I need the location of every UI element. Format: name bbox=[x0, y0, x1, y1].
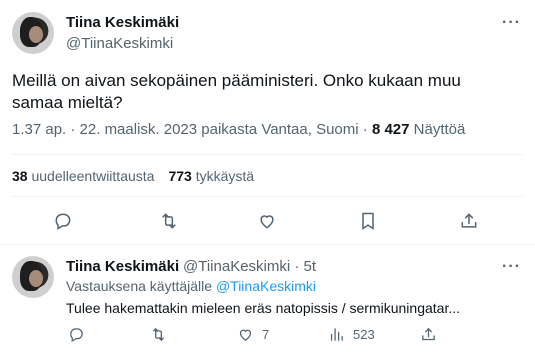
more-options-icon[interactable]: ··· bbox=[502, 14, 521, 32]
tweet-text: Meillä on aivan sekopäinen pääministeri.… bbox=[12, 71, 461, 112]
reply-avatar[interactable] bbox=[12, 256, 54, 298]
replying-to-handle[interactable]: @TiinaKeskimki bbox=[216, 278, 316, 294]
reply-share-button[interactable] bbox=[420, 326, 437, 343]
reply-retweet-button[interactable] bbox=[150, 326, 167, 343]
divider bbox=[0, 244, 535, 245]
bookmark-icon bbox=[362, 212, 374, 230]
reply-text: Tulee hakemattakin mieleen eräs natopiss… bbox=[66, 300, 461, 316]
tweet-timestamp-location[interactable]: 1.37 ap. · 22. maalisk. 2023 paikasta Va… bbox=[12, 121, 372, 138]
likes-stat[interactable]: 773 tykkäystä bbox=[168, 168, 254, 184]
tweet-meta: 1.37 ap. · 22. maalisk. 2023 paikasta Va… bbox=[12, 121, 465, 138]
reply-views-count: 523 bbox=[353, 327, 375, 342]
like-icon bbox=[260, 215, 274, 229]
author-name[interactable]: Tiina Keskimäki bbox=[66, 14, 179, 31]
replying-to: Vastauksena käyttäjälle @TiinaKeskimki bbox=[66, 278, 316, 294]
views-count: 8 427 bbox=[371, 121, 410, 138]
share-icon bbox=[422, 327, 435, 341]
reply-reply-button[interactable] bbox=[68, 326, 85, 343]
reply-likes-count: 7 bbox=[262, 327, 270, 342]
divider bbox=[12, 154, 523, 155]
reply-icon bbox=[55, 213, 71, 230]
views-icon bbox=[330, 328, 343, 341]
share-button[interactable] bbox=[458, 210, 480, 232]
reply-button[interactable] bbox=[52, 210, 74, 232]
like-button[interactable] bbox=[256, 210, 278, 232]
retweets-stat[interactable]: 38 uudelleentwiittausta bbox=[12, 168, 154, 184]
reply-header: Tiina Keskimäki @TiinaKeskimki · 5t bbox=[66, 258, 316, 275]
author-handle[interactable]: @TiinaKeskimki bbox=[66, 35, 173, 52]
like-icon bbox=[239, 329, 252, 341]
reply-author-name[interactable]: Tiina Keskimäki bbox=[66, 258, 179, 275]
retweet-icon bbox=[152, 328, 165, 341]
share-icon bbox=[461, 213, 477, 228]
reply-author-handle-time[interactable]: @TiinaKeskimki · 5t bbox=[183, 258, 316, 275]
reply-more-options-icon[interactable]: ··· bbox=[502, 258, 521, 276]
retweet-button[interactable] bbox=[158, 210, 180, 232]
reply-like-button[interactable]: 7 bbox=[237, 326, 269, 343]
engagement-stats: 38 uudelleentwiittausta 773 tykkäystä bbox=[12, 168, 254, 184]
avatar[interactable] bbox=[12, 12, 54, 54]
reply-views-button[interactable]: 523 bbox=[328, 326, 375, 343]
reply-icon bbox=[70, 328, 83, 343]
bookmark-button[interactable] bbox=[357, 210, 379, 232]
replying-to-label: Vastauksena käyttäjälle bbox=[66, 278, 213, 294]
views-label: Näyttöä bbox=[413, 121, 466, 138]
divider bbox=[12, 196, 523, 197]
retweet-icon bbox=[162, 213, 176, 229]
